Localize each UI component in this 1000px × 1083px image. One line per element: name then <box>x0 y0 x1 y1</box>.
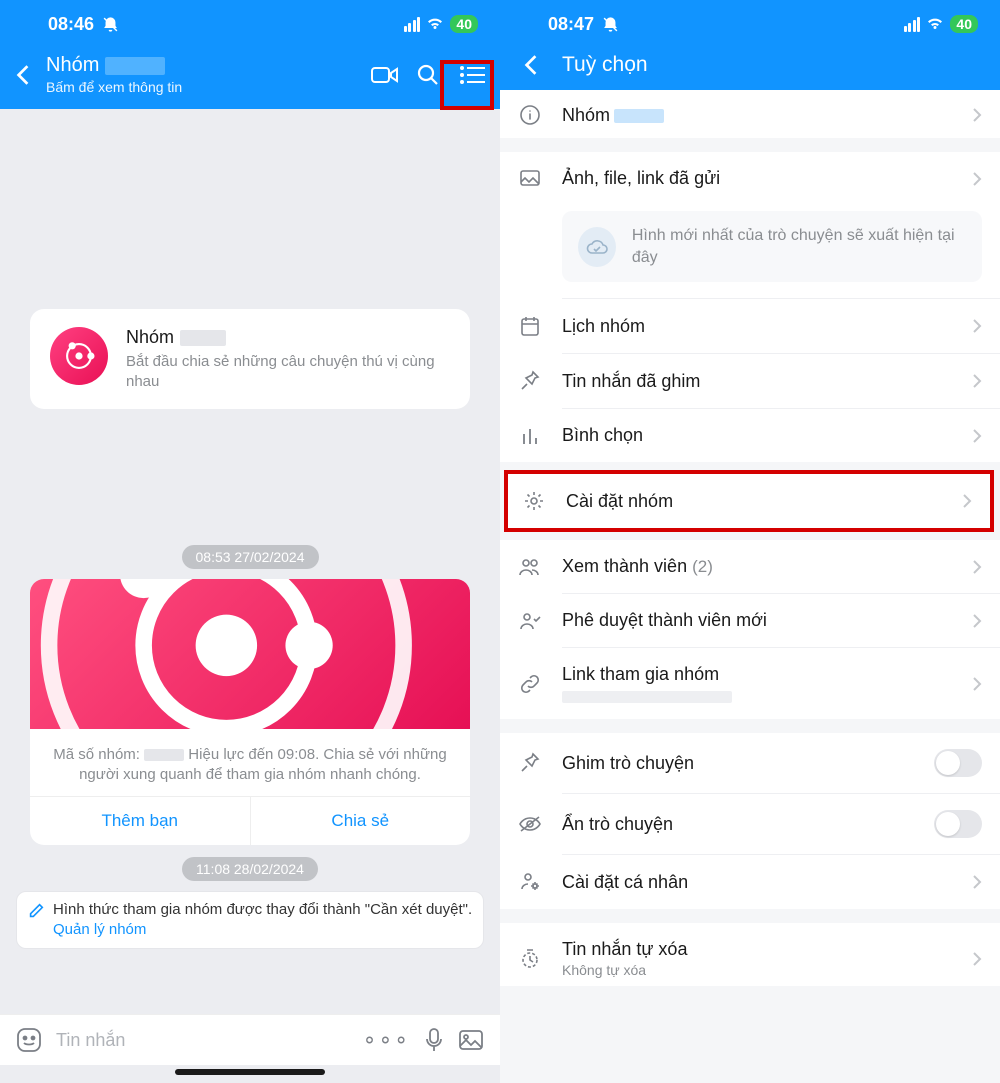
back-button[interactable] <box>518 52 544 78</box>
title-redaction <box>105 57 165 75</box>
signal-icon <box>404 17 421 32</box>
options-title: Tuỳ chọn <box>562 53 648 77</box>
pin-icon <box>518 752 542 774</box>
user-gear-icon <box>518 871 542 893</box>
status-bar: 08:46 40 <box>0 0 500 48</box>
timestamp: 11:08 28/02/2024 <box>182 857 318 881</box>
row-poll[interactable]: Bình chọn <box>500 409 1000 462</box>
wifi-icon <box>926 17 944 31</box>
intro-description: Bắt đầu chia sẻ những câu chuyện thú vị … <box>126 352 450 391</box>
status-time: 08:47 <box>548 14 594 35</box>
menu-button[interactable] <box>458 61 486 89</box>
intro-title: Nhóm <box>126 327 174 348</box>
pin-icon <box>518 370 542 392</box>
system-message: Hình thức tham gia nhóm được thay đổi th… <box>16 891 484 950</box>
invite-card-text: Mã số nhóm: Hiệu lực đến 09:08. Chia sẻ … <box>30 729 470 796</box>
chevron-right-icon <box>972 318 982 334</box>
settings-highlight-box: Cài đặt nhóm <box>504 470 994 532</box>
wifi-icon <box>426 17 444 31</box>
timer-icon <box>518 948 542 970</box>
home-indicator <box>175 1069 325 1075</box>
battery-pill: 40 <box>950 15 978 33</box>
share-button[interactable]: Chia sẻ <box>250 797 471 845</box>
chevron-right-icon <box>972 428 982 444</box>
edit-icon <box>27 902 45 920</box>
intro-redaction <box>180 330 226 346</box>
row-media[interactable]: Ảnh, file, link đã gửi <box>500 152 1000 205</box>
gear-icon <box>522 490 546 512</box>
info-icon <box>518 104 542 126</box>
row-invite-link[interactable]: Link tham gia nhóm <box>500 648 1000 719</box>
status-time: 08:46 <box>48 14 94 35</box>
signal-icon <box>904 17 921 32</box>
chevron-right-icon <box>972 373 982 389</box>
mute-icon <box>102 16 119 33</box>
mute-icon <box>602 16 619 33</box>
add-friend-button[interactable]: Thêm bạn <box>30 797 250 845</box>
group-intro-card: Nhóm Bắt đầu chia sẻ những câu chuyện th… <box>30 309 470 409</box>
message-input[interactable]: Tin nhắn <box>56 1030 349 1051</box>
message-composer: Tin nhắn ∘∘∘ <box>0 1014 500 1065</box>
sticker-button[interactable] <box>16 1027 42 1053</box>
row-view-members[interactable]: Xem thành viên (2) <box>500 540 1000 593</box>
chevron-right-icon <box>972 874 982 890</box>
row-group-name[interactable]: Nhóm <box>500 90 1000 138</box>
back-button[interactable] <box>10 62 36 88</box>
hide-icon <box>518 815 542 833</box>
link-redaction <box>562 691 732 703</box>
hide-chat-toggle[interactable] <box>934 810 982 838</box>
row-calendar[interactable]: Lịch nhóm <box>500 299 1000 353</box>
pin-chat-toggle[interactable] <box>934 749 982 777</box>
row-auto-delete[interactable]: Tin nhắn tự xóa Không tự xóa <box>500 923 1000 986</box>
chevron-right-icon <box>972 171 982 187</box>
chevron-right-icon <box>972 559 982 575</box>
status-bar: 08:47 40 <box>500 0 1000 48</box>
row-approve-members[interactable]: Phê duyệt thành viên mới <box>500 594 1000 647</box>
chat-title[interactable]: Nhóm <box>46 54 99 77</box>
invite-card-image <box>30 579 470 729</box>
search-button[interactable] <box>414 61 442 89</box>
invite-card: Mã số nhóm: Hiệu lực đến 09:08. Chia sẻ … <box>30 579 470 845</box>
row-pinned-messages[interactable]: Tin nhắn đã ghim <box>500 354 1000 408</box>
calendar-icon <box>518 315 542 337</box>
gallery-button[interactable] <box>458 1029 484 1051</box>
media-icon <box>518 169 542 189</box>
link-icon <box>518 673 542 695</box>
video-call-button[interactable] <box>370 61 398 89</box>
voice-button[interactable] <box>424 1027 444 1053</box>
chat-subtitle[interactable]: Bấm để xem thông tin <box>46 79 364 95</box>
chevron-right-icon <box>972 676 982 692</box>
group-avatar <box>50 327 108 385</box>
more-button[interactable]: ∘∘∘ <box>363 1027 410 1053</box>
manage-group-link[interactable]: Quản lý nhóm <box>53 920 472 940</box>
battery-pill: 40 <box>450 15 478 33</box>
chevron-right-icon <box>962 493 972 509</box>
row-pin-chat[interactable]: Ghim trò chuyện <box>500 733 1000 793</box>
row-hide-chat[interactable]: Ẩn trò chuyện <box>500 794 1000 854</box>
chevron-right-icon <box>972 951 982 967</box>
row-group-settings[interactable]: Cài đặt nhóm <box>508 474 990 528</box>
row-personal-settings[interactable]: Cài đặt cá nhân <box>500 855 1000 909</box>
approve-icon <box>518 611 542 631</box>
media-hint: Hình mới nhất của trò chuyện sẽ xuất hiệ… <box>562 211 982 282</box>
timestamp: 08:53 27/02/2024 <box>182 545 319 569</box>
chevron-right-icon <box>972 107 982 123</box>
cloud-icon <box>578 227 616 267</box>
members-icon <box>518 557 542 577</box>
chevron-right-icon <box>972 613 982 629</box>
poll-icon <box>518 426 542 446</box>
